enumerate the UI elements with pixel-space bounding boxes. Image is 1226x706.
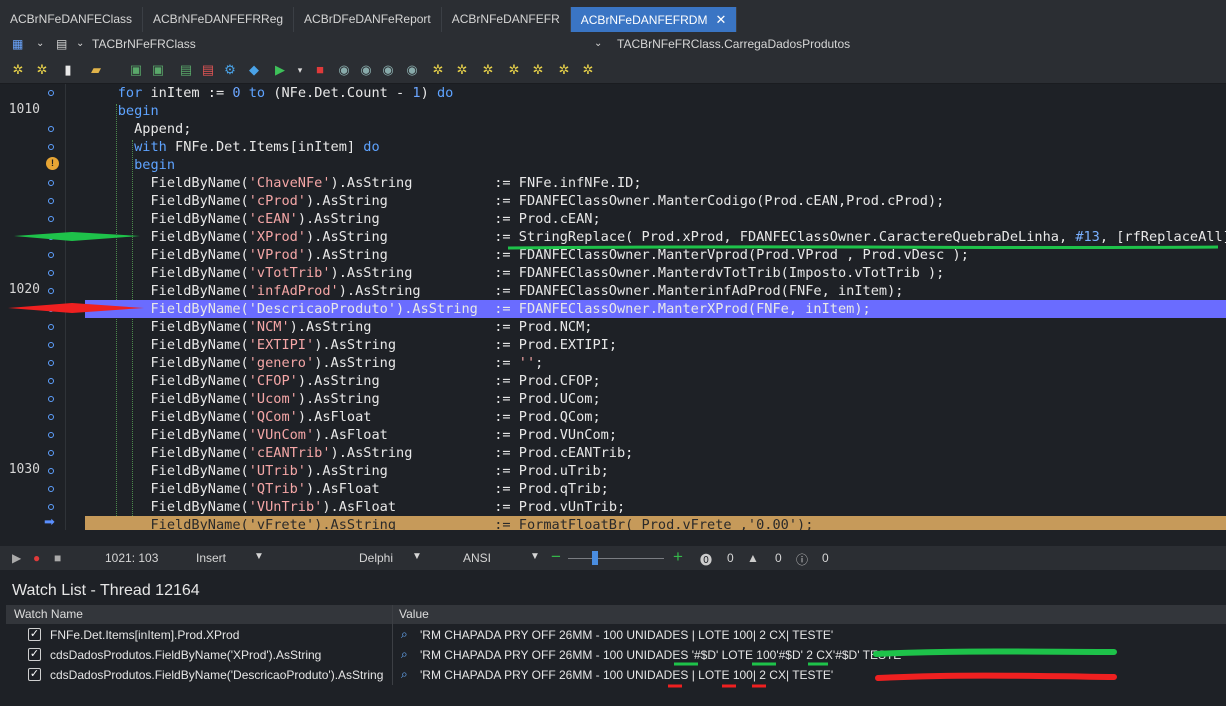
bookmark-icon[interactable]: ✲	[480, 62, 496, 78]
tab-label: ACBrDFeDANFeReport	[304, 12, 431, 26]
chevron-down-icon[interactable]: ▼	[530, 551, 540, 562]
bookmark-icon[interactable]: ✲	[556, 62, 572, 78]
tab-label: ACBrNFeDANFEFRDM	[580, 13, 708, 27]
step-over-icon[interactable]: ◉	[358, 62, 374, 78]
bookmark-icon[interactable]: ✲	[530, 62, 546, 78]
record-icon[interactable]: ●	[33, 551, 40, 565]
chevron-down-icon[interactable]: ⌄	[76, 38, 84, 49]
chevron-down-icon[interactable]: ▼	[412, 551, 422, 562]
tab-acbrnfedanfefrdm[interactable]: ACBrNFeDANFEFRDM ✕	[570, 7, 738, 32]
insert-mode[interactable]: Insert	[196, 551, 226, 565]
save-icon[interactable]: ▣	[128, 62, 144, 78]
bookmark-icon[interactable]: ✲	[454, 62, 470, 78]
zoom-out-icon[interactable]: −	[551, 547, 561, 567]
tab-label: ACBrNFeDANFEFRReg	[153, 12, 284, 26]
bookmark-icon[interactable]: ✲	[506, 62, 522, 78]
remove-file-icon[interactable]: ▤	[200, 62, 216, 78]
chevron-down-icon[interactable]: ⌄	[36, 38, 44, 49]
step-into-icon[interactable]: ◉	[336, 62, 352, 78]
toolbar: ✲ ✲ ▮ ▰ ▣ ▣ ▤ ▤ ⚙ ◆ ▶ ▾ ■ ◉ ◉ ◉ ◉ ✲ ✲ ✲ …	[0, 56, 1226, 84]
annotation-layer	[8, 232, 1219, 313]
play-icon[interactable]: ▶	[12, 551, 21, 565]
class-icon: ▤	[56, 37, 68, 51]
hint-count: 0	[822, 551, 829, 565]
chevron-down-icon[interactable]: ▼	[254, 551, 264, 562]
error-count: 0	[727, 551, 734, 565]
navigation-bar: ▦ ⌄ ▤ ⌄ TACBrNFeFRClass ⌄ TACBrNFeFRClas…	[0, 32, 1226, 56]
options-icon[interactable]: ⚙	[222, 62, 238, 78]
add-file-icon[interactable]: ▤	[178, 62, 194, 78]
run-to-cursor-icon[interactable]: ◉	[404, 62, 420, 78]
red-arrow-annotation	[8, 303, 144, 313]
warning-count: 0	[775, 551, 782, 565]
tab-label: ACBrNFeDANFEFR	[451, 12, 560, 26]
editor-tabs: ACBrNFeDANFEClass ACBrNFeDANFEFRReg ACBr…	[0, 0, 1226, 32]
cursor-position: 1021: 103	[105, 551, 159, 565]
bookmark-icon[interactable]: ✲	[430, 62, 446, 78]
watch-list-header: Watch Name Value	[6, 605, 1226, 624]
structure-icon[interactable]: ▦	[12, 37, 23, 51]
trace-icon[interactable]: ◉	[380, 62, 396, 78]
close-icon[interactable]: ✕	[715, 12, 726, 27]
save-all-icon[interactable]: ▣	[150, 62, 166, 78]
info-icon: ⓘ	[796, 553, 809, 567]
status-bar: ▶ ● ■ 1021: 103 Insert ▼ Delphi ▼ ANSI ▼…	[0, 546, 1226, 570]
stop-icon[interactable]: ■	[312, 62, 328, 78]
run-icon[interactable]: ▶	[272, 62, 288, 78]
method-combo[interactable]: TACBrNFeFRClass.CarregaDadosProdutos	[617, 37, 850, 51]
chevron-down-icon[interactable]: ▾	[292, 62, 308, 78]
tab-acbrnfedanfeclass[interactable]: ACBrNFeDANFEClass	[0, 7, 144, 32]
warning-icon: ▲	[747, 551, 759, 565]
bookmark-icon[interactable]: ✲	[34, 62, 50, 78]
zoom-in-icon[interactable]: +	[673, 547, 683, 567]
watch-annotation-layer	[668, 648, 1117, 688]
build-icon[interactable]: ◆	[246, 62, 262, 78]
encoding-label[interactable]: ANSI	[463, 551, 491, 565]
bookmark-icon[interactable]: ✲	[10, 62, 26, 78]
zoom-slider-thumb[interactable]	[592, 551, 598, 565]
tab-acbrnfedanfefr[interactable]: ACBrNFeDANFEFR	[442, 7, 571, 32]
green-arrow-annotation	[14, 232, 140, 241]
column-watch-name[interactable]: Watch Name	[14, 607, 83, 621]
new-file-icon[interactable]: ▮	[60, 62, 76, 78]
open-folder-icon[interactable]: ▰	[88, 62, 104, 78]
bookmark-icon[interactable]: ✲	[580, 62, 596, 78]
watch-list-title: Watch List - Thread 12164	[12, 582, 200, 599]
class-combo[interactable]: TACBrNFeFRClass	[92, 37, 196, 51]
error-icon: ⓿	[700, 553, 713, 567]
language-label[interactable]: Delphi	[359, 551, 393, 565]
red-stroke-annotation	[875, 672, 1117, 681]
zoom-slider[interactable]	[568, 558, 664, 559]
green-underline-annotation	[507, 245, 1219, 250]
code-editor[interactable]: 1010 1020 1030 2626 ! ➡ for inItem := 0 …	[0, 84, 1226, 530]
ide-window: ACBrNFeDANFEClass ACBrNFeDANFEFRReg ACBr…	[0, 0, 1226, 706]
stop-icon[interactable]: ■	[54, 551, 61, 565]
column-value[interactable]: Value	[399, 607, 429, 621]
tab-label: ACBrNFeDANFEClass	[10, 12, 133, 26]
tab-acbrdfedanfereport[interactable]: ACBrDFeDANFeReport	[294, 7, 442, 32]
tab-acbrnfedanfefrreg[interactable]: ACBrNFeDANFEFRReg	[143, 7, 295, 32]
green-stroke-annotation	[873, 648, 1117, 657]
chevron-down-icon[interactable]: ⌄	[594, 38, 602, 49]
